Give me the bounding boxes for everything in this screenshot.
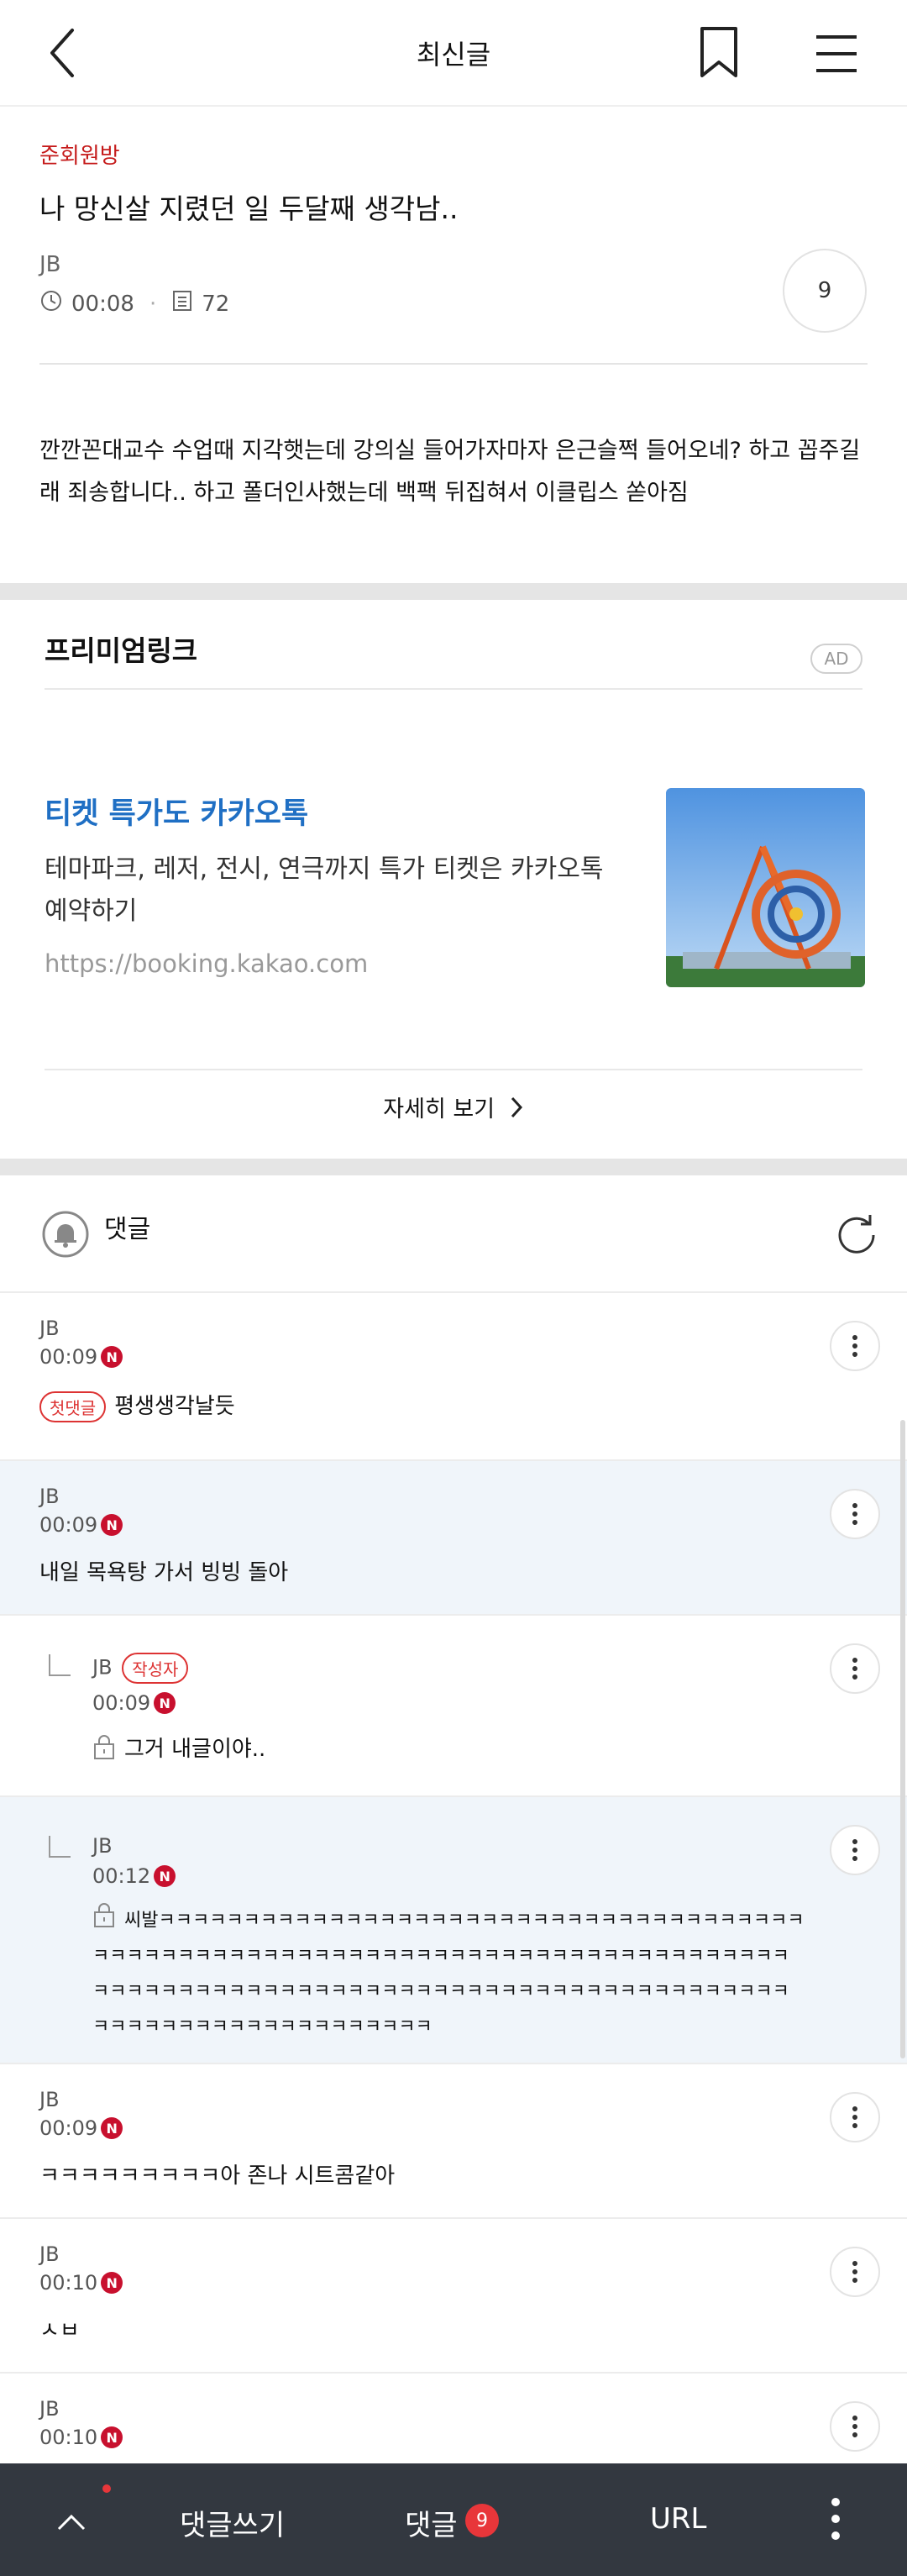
comment-author[interactable]: JB (39, 2242, 60, 2266)
write-comment-button[interactable]: 댓글쓰기 (180, 2502, 285, 2543)
new-badge: N (101, 2117, 123, 2139)
notification-bell-icon[interactable] (42, 1211, 89, 1258)
more-options-icon[interactable] (830, 1489, 880, 1539)
ad-more-link[interactable]: 자세히 보기 (0, 1091, 907, 1126)
comment-author[interactable]: JB (39, 2088, 60, 2111)
lock-icon (92, 1733, 116, 1766)
more-vertical-icon[interactable] (823, 2494, 848, 2544)
post-author[interactable]: JB (39, 252, 61, 277)
comment-text: 씨발ㅋㅋㅋㅋㅋㅋㅋㅋㅋㅋㅋㅋㅋㅋㅋㅋㅋㅋㅋㅋㅋㅋㅋㅋㅋㅋㅋㅋㅋㅋㅋㅋㅋㅋㅋㅋㅋㅋ… (92, 1910, 805, 2038)
comment-time-text: 00:09 (39, 1345, 98, 1369)
comment-text: 평생생각날듯 (114, 1394, 235, 1419)
views-icon (171, 289, 193, 318)
comment-author-name: JB (92, 1655, 113, 1680)
comments-title: 댓글 (104, 1215, 151, 1244)
comment-item: JB 00:10 N ㅅㅂ (0, 2219, 907, 2374)
first-comment-badge: 첫댓글 (39, 1391, 107, 1422)
comment-item: JB 00:09 N ㅋㅋㅋㅋㅋㅋㅋㅋㅋ아 존나 시트콤같아 (0, 2064, 907, 2219)
scrollbar-thumb[interactable] (900, 1420, 905, 2058)
new-badge: N (101, 2272, 123, 2294)
refresh-icon[interactable] (831, 1210, 882, 1260)
ad-badge[interactable]: AD (810, 644, 862, 674)
divider (39, 363, 868, 365)
post-time: 00:08 (71, 291, 134, 317)
chevron-right-icon (509, 1095, 524, 1126)
more-options-icon[interactable] (830, 2092, 880, 2142)
comment-time: 00:09 N (39, 1513, 123, 1537)
reply-indicator-icon (49, 1836, 71, 1858)
comment-time-text: 00:10 (39, 2426, 98, 2449)
post-body: 깐깐꼰대교수 수업때 지각햇는데 강의실 들어가자마자 은근슬쩍 들어오네? 하… (39, 438, 861, 506)
comment-time: 00:10 N (39, 2426, 123, 2449)
ad-url[interactable]: https://booking.kakao.com (45, 949, 368, 978)
more-options-icon[interactable] (830, 2401, 880, 2452)
more-options-icon[interactable] (830, 1825, 880, 1875)
comment-item: JB 00:09 N 첫댓글 평생생각날듯 (0, 1293, 907, 1461)
comment-time: 00:09 N (92, 1691, 176, 1715)
section-separator (0, 583, 907, 600)
ad-section-heading: 프리미엄링크 (45, 634, 198, 667)
ad-image[interactable] (666, 788, 865, 987)
comment-time-text: 00:10 (39, 2271, 98, 2295)
meta-separator: · (149, 291, 157, 317)
comment-item: JB 00:10 N (0, 2374, 907, 2463)
comment-time: 00:12 N (92, 1864, 176, 1888)
post-title: 나 망신살 지렸던 일 두달째 생각남.. (39, 192, 459, 225)
reply-indicator-icon (49, 1654, 71, 1676)
more-options-icon[interactable] (830, 1321, 880, 1371)
reply-item: JB 00:12 N 씨발ㅋㅋㅋㅋㅋㅋㅋㅋㅋㅋㅋㅋㅋㅋㅋㅋㅋㅋㅋㅋㅋㅋㅋㅋㅋㅋㅋ… (0, 1797, 907, 2064)
comment-author[interactable]: JB (39, 1317, 60, 1340)
url-button[interactable]: URL (650, 2502, 706, 2536)
comments-count-badge: 9 (465, 2504, 499, 2537)
section-separator (0, 1159, 907, 1175)
comment-time-text: 00:09 (39, 1513, 98, 1537)
new-badge: N (101, 1514, 123, 1536)
new-badge: N (101, 1346, 123, 1368)
comment-text: ㅋㅋㅋㅋㅋㅋㅋㅋㅋ아 존나 시트콤같아 (39, 2163, 396, 2189)
comment-text: 내일 목욕탕 가서 빙빙 돌아 (39, 1560, 289, 1585)
ad-title[interactable]: 티켓 특가도 카카오톡 (45, 790, 308, 833)
post-category[interactable]: 준회원방 (39, 139, 120, 170)
new-badge: N (154, 1692, 176, 1714)
comment-time-text: 00:12 (92, 1864, 151, 1888)
comment-author[interactable]: JB (39, 2397, 60, 2421)
menu-icon[interactable] (811, 29, 862, 79)
comments-button[interactable]: 댓글 (405, 2502, 458, 2543)
scroll-top-icon[interactable] (50, 2502, 92, 2544)
ad-description[interactable]: 테마파크, 레저, 전시, 연극까지 특가 티켓은 카카오톡 예약하기 (45, 849, 632, 933)
comment-time: 00:09 N (39, 1345, 123, 1369)
more-options-icon[interactable] (830, 1643, 880, 1694)
writer-badge: 작성자 (122, 1653, 189, 1684)
lock-icon (92, 1901, 116, 1938)
comment-time-text: 00:09 (39, 2116, 98, 2140)
reply-item: JB 작성자 00:09 N 그거 내글이야.. (0, 1616, 907, 1797)
post-views: 72 (202, 291, 230, 317)
more-options-icon[interactable] (830, 2247, 880, 2297)
comment-author[interactable]: JB (92, 1834, 113, 1858)
clock-icon (39, 289, 63, 318)
comment-author[interactable]: JB 작성자 (92, 1653, 189, 1684)
post-meta: 00:08 · 72 (39, 289, 229, 318)
comment-item: JB 00:09 N 내일 목욕탕 가서 빙빙 돌아 (0, 1461, 907, 1616)
comment-body: 첫댓글 평생생각날듯 (39, 1389, 235, 1422)
new-badge: N (154, 1865, 176, 1887)
comment-time: 00:10 N (39, 2271, 123, 2295)
comment-count-button[interactable]: 9 (783, 249, 867, 333)
comment-text: 그거 내글이야.. (124, 1737, 266, 1762)
ad-more-label: 자세히 보기 (383, 1096, 495, 1122)
comment-body: 씨발ㅋㅋㅋㅋㅋㅋㅋㅋㅋㅋㅋㅋㅋㅋㅋㅋㅋㅋㅋㅋㅋㅋㅋㅋㅋㅋㅋㅋㅋㅋㅋㅋㅋㅋㅋㅋㅋㅋ… (92, 1901, 806, 2044)
comment-time: 00:09 N (39, 2116, 123, 2140)
comment-text: ㅅㅂ (39, 2318, 80, 2343)
divider (45, 1069, 862, 1070)
divider (45, 688, 862, 690)
comment-author[interactable]: JB (39, 1485, 60, 1508)
comment-time-text: 00:09 (92, 1691, 151, 1715)
new-badge: N (101, 2426, 123, 2448)
notification-dot (102, 2484, 111, 2493)
bookmark-icon[interactable] (694, 24, 744, 82)
comment-body: 그거 내글이야.. (92, 1732, 265, 1766)
page-title: 최신글 (416, 39, 491, 71)
